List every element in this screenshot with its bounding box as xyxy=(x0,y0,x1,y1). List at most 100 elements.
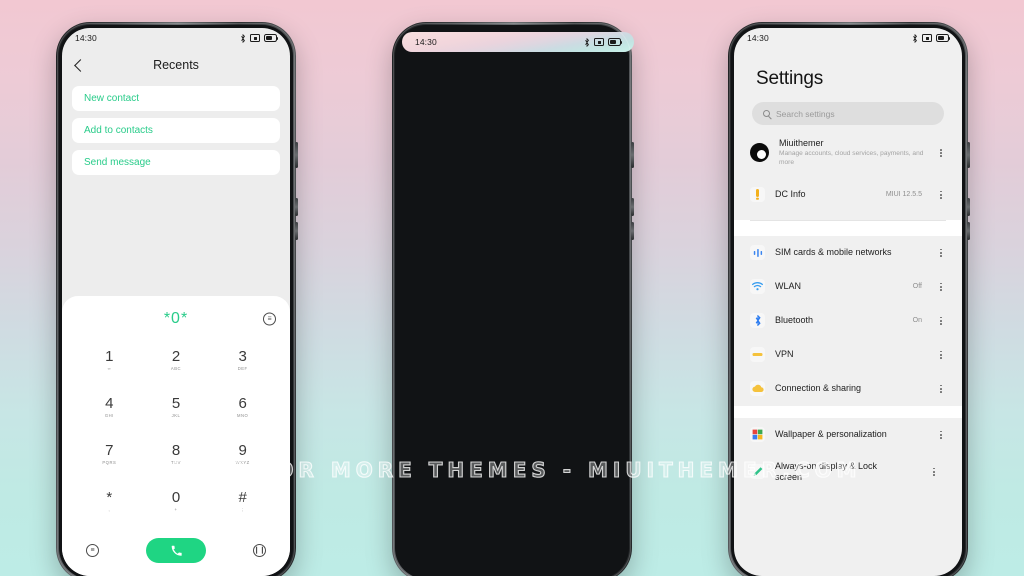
search-placeholder: Search settings xyxy=(776,108,835,119)
wallpaper-icon xyxy=(750,427,765,443)
row-chevron-icon[interactable] xyxy=(936,282,946,291)
key-letters: ABC xyxy=(170,365,182,371)
dialed-number[interactable]: *0* xyxy=(164,310,188,328)
status-icons xyxy=(240,33,279,43)
key-7[interactable]: 7 PQRS xyxy=(76,430,143,477)
key-letters: PQRS xyxy=(102,459,117,465)
row-label: Connection & sharing xyxy=(775,383,862,394)
key-1[interactable]: 1 ∞ xyxy=(76,336,143,383)
action-send-message[interactable]: Send message xyxy=(72,150,280,175)
status-time: 14:30 xyxy=(75,33,97,43)
settings-row-account[interactable]: Miuithemer Manage accounts, cloud servic… xyxy=(734,125,962,178)
row-chevron-icon[interactable] xyxy=(936,148,946,157)
row-label: SIM cards & mobile networks xyxy=(775,247,892,258)
phone1-status-bar: 14:30 xyxy=(62,28,290,48)
settings-row-dc-info[interactable]: DC Info MIUI 12.5.5 xyxy=(734,178,962,212)
section-separator-2 xyxy=(734,405,962,418)
key-letters: GHI xyxy=(104,412,114,418)
key-letters: ; xyxy=(241,506,244,512)
key-digit: 0 xyxy=(171,488,181,506)
sim-card-icon xyxy=(750,245,765,261)
key-6[interactable]: 6 MNO xyxy=(209,383,276,430)
phone1-volume-down-button[interactable] xyxy=(295,222,298,240)
call-button[interactable] xyxy=(146,537,206,563)
phone3-power-button[interactable] xyxy=(967,142,970,168)
row-chevron-icon[interactable] xyxy=(936,248,946,257)
key-5[interactable]: 5 JKL xyxy=(143,383,210,430)
phone3-volume-up-button[interactable] xyxy=(967,198,970,216)
key-8[interactable]: 8 TUV xyxy=(143,430,210,477)
battery-icon xyxy=(608,38,623,46)
call-icon xyxy=(171,545,182,556)
phone2-inner-bezel xyxy=(395,25,629,576)
key-letters: + xyxy=(174,506,178,512)
phone3-volume-down-button[interactable] xyxy=(967,222,970,240)
status-icons xyxy=(584,37,623,47)
phone1-volume-up-button[interactable] xyxy=(295,198,298,216)
phone1-screen: 14:30 Recents New contact Add to contact… xyxy=(62,28,290,576)
settings-row-connection-sharing[interactable]: Connection & sharing xyxy=(734,372,962,406)
action-add-to-contacts[interactable]: Add to contacts xyxy=(72,118,280,143)
bluetooth-icon xyxy=(750,313,765,329)
dc-info-icon xyxy=(750,187,765,203)
row-chevron-icon[interactable] xyxy=(936,316,946,325)
row-value: Off xyxy=(912,283,922,291)
settings-row-aod-lock[interactable]: Always-on display & Lock screen xyxy=(734,452,962,492)
search-settings-input[interactable]: Search settings xyxy=(752,102,944,125)
settings-row-wlan[interactable]: WLAN Off xyxy=(734,270,962,304)
settings-row-bluetooth[interactable]: Bluetooth On xyxy=(734,304,962,338)
vpn-icon xyxy=(750,347,765,363)
row-label: WLAN xyxy=(775,281,802,292)
account-avatar xyxy=(750,143,769,163)
bluetooth-icon xyxy=(913,33,917,43)
key-0[interactable]: 0 + xyxy=(143,477,210,524)
pause-icon[interactable]: ❙❙ xyxy=(253,543,266,557)
key-hash[interactable]: # ; xyxy=(209,477,276,524)
row-chevron-icon[interactable] xyxy=(936,190,946,199)
keypad-grid: 1 ∞ 2 ABC 3 DEF 4 GHI 5 JKL 6 MNO 7 PQRS… xyxy=(62,336,290,524)
row-chevron-icon[interactable] xyxy=(936,384,946,393)
key-digit: 5 xyxy=(171,394,181,412)
settings-row-vpn[interactable]: VPN xyxy=(734,338,962,372)
account-subtitle: Manage accounts, cloud services, payment… xyxy=(779,150,924,166)
phone-device-home: 14:30 Miuithemer xyxy=(392,22,634,576)
phone2-volume-up-button[interactable] xyxy=(631,198,634,216)
dialer-empty-area xyxy=(62,175,290,296)
row-label: VPN xyxy=(775,349,794,360)
key-letters: WXYZ xyxy=(235,459,250,465)
phone2-power-button[interactable] xyxy=(631,142,634,168)
row-label: Bluetooth xyxy=(775,315,814,326)
section-separator xyxy=(734,219,962,236)
bluetooth-icon xyxy=(585,37,589,47)
connection-sharing-icon xyxy=(750,381,765,397)
page-title: Settings xyxy=(756,68,824,89)
key-3[interactable]: 3 DEF xyxy=(209,336,276,383)
keypad-bottom-bar: ≡ ❙❙ xyxy=(62,524,290,576)
row-chevron-icon[interactable] xyxy=(936,350,946,359)
key-star[interactable]: * , xyxy=(76,477,143,524)
status-time: 14:30 xyxy=(747,33,769,43)
key-letters: DEF xyxy=(237,365,248,371)
key-digit: 6 xyxy=(238,394,247,412)
phone1-power-button[interactable] xyxy=(295,142,298,168)
row-label: Always-on display & Lock screen xyxy=(775,460,878,482)
keypad-menu-icon[interactable]: ≡ xyxy=(263,312,276,326)
action-label: Send message xyxy=(84,157,151,168)
row-chevron-icon[interactable] xyxy=(936,430,946,439)
phone2-volume-down-button[interactable] xyxy=(631,222,634,240)
dialer-action-list: New contact Add to contacts Send message xyxy=(62,82,290,175)
key-letters: ∞ xyxy=(107,365,112,371)
divider xyxy=(750,219,946,221)
phone2-status-bar: 14:30 xyxy=(402,32,634,52)
settings-row-wallpaper[interactable]: Wallpaper & personalization xyxy=(734,418,962,452)
row-chevron-icon[interactable] xyxy=(929,467,939,476)
dnd-icon xyxy=(594,38,604,46)
action-new-contact[interactable]: New contact xyxy=(72,86,280,111)
row-value: MIUI 12.5.5 xyxy=(885,191,922,199)
keypad-hide-icon[interactable]: ≡ xyxy=(86,543,99,557)
key-9[interactable]: 9 WXYZ xyxy=(209,430,276,477)
settings-row-sim-cards[interactable]: SIM cards & mobile networks xyxy=(734,236,962,270)
phone-device-settings: 14:30 Settings Search settings Miuitheme… xyxy=(728,22,970,576)
key-4[interactable]: 4 GHI xyxy=(76,383,143,430)
key-2[interactable]: 2 ABC xyxy=(143,336,210,383)
